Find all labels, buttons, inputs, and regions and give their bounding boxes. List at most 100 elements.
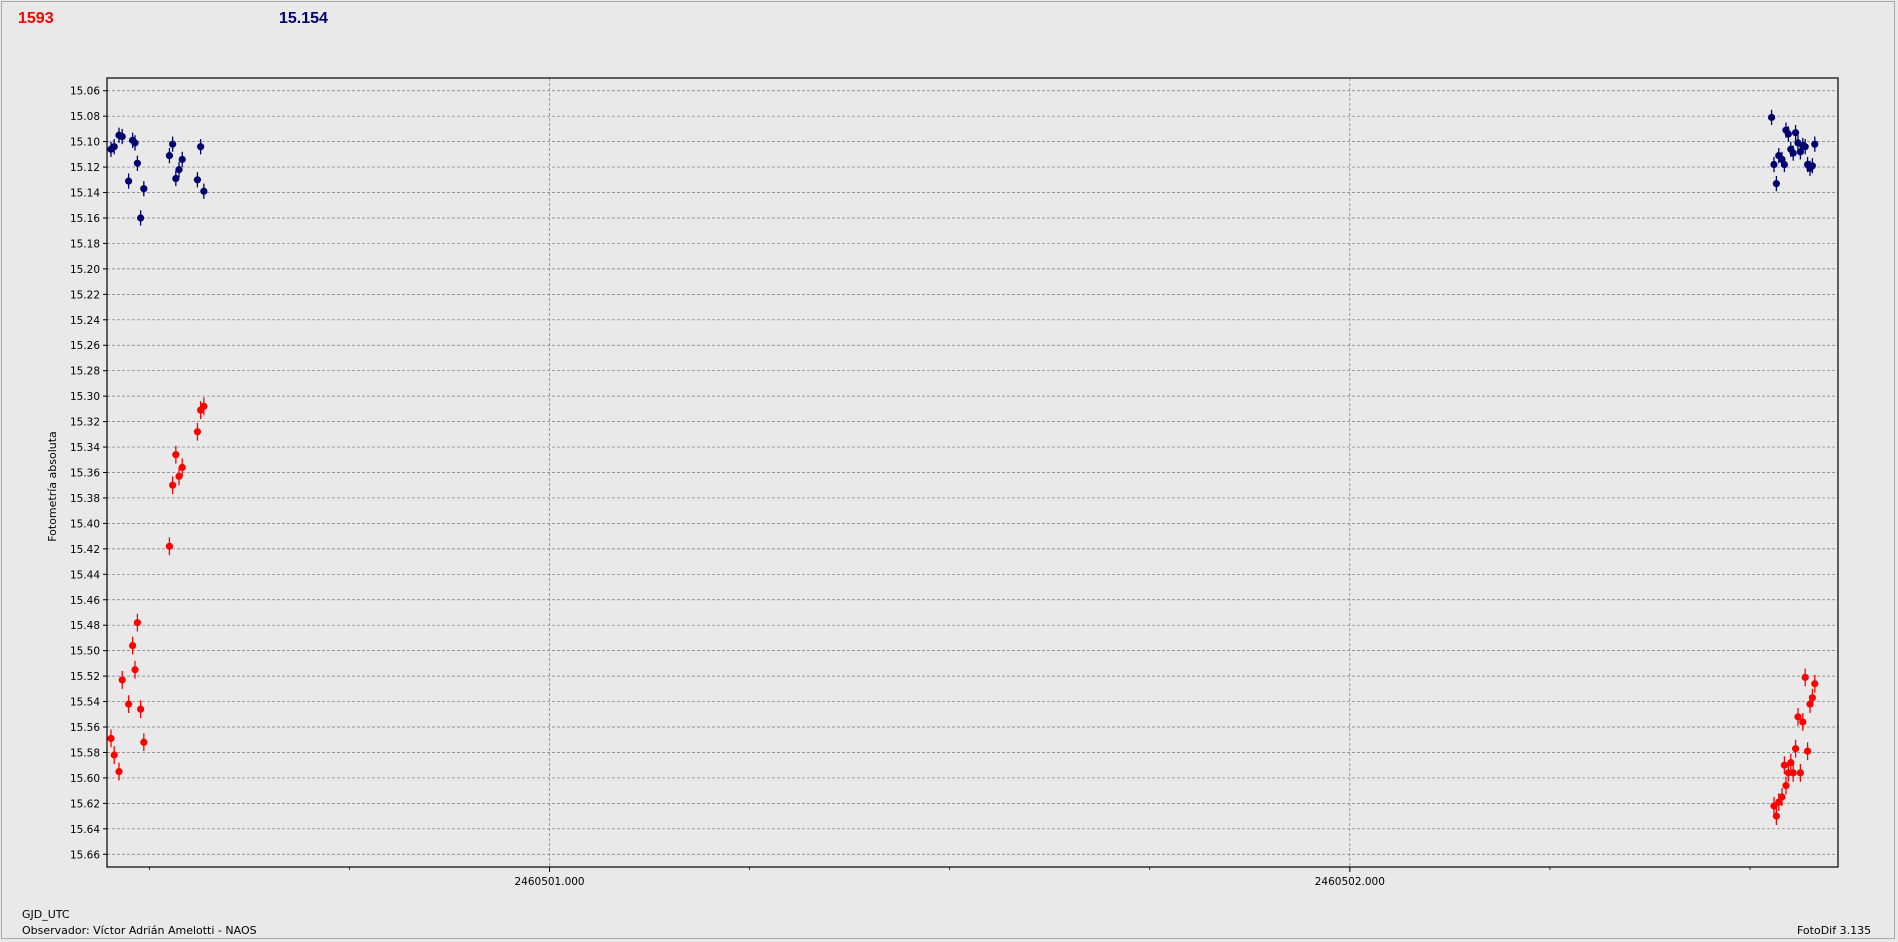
data-marker bbox=[129, 641, 137, 650]
data-point bbox=[137, 700, 145, 719]
data-marker bbox=[131, 666, 139, 674]
y-tick-label: 15.30 bbox=[70, 391, 100, 403]
y-tick-label: 15.22 bbox=[70, 289, 100, 301]
data-point bbox=[165, 537, 174, 556]
y-tick-label: 15.08 bbox=[70, 111, 100, 123]
data-marker bbox=[169, 481, 177, 489]
data-marker bbox=[1801, 143, 1809, 151]
data-point bbox=[129, 636, 137, 655]
data-point bbox=[125, 173, 133, 189]
data-marker bbox=[1808, 694, 1816, 702]
data-marker bbox=[169, 140, 177, 148]
y-tick-label: 15.52 bbox=[70, 671, 100, 683]
data-point bbox=[175, 161, 183, 178]
data-marker bbox=[1811, 140, 1819, 148]
software-version: FotoDif 3.135 bbox=[1797, 924, 1872, 937]
y-tick-label: 15.40 bbox=[70, 518, 100, 530]
y-tick-label: 15.46 bbox=[70, 595, 100, 607]
data-marker bbox=[1772, 812, 1780, 820]
data-marker bbox=[1791, 745, 1800, 753]
data-marker bbox=[118, 132, 126, 141]
y-tick-label: 15.56 bbox=[70, 722, 100, 734]
data-marker bbox=[118, 676, 126, 684]
data-marker bbox=[172, 451, 180, 459]
data-marker bbox=[1778, 793, 1786, 801]
y-tick-label: 15.64 bbox=[70, 824, 100, 836]
y-tick-label: 15.36 bbox=[70, 468, 100, 480]
data-marker bbox=[197, 143, 205, 151]
data-marker bbox=[1803, 747, 1812, 755]
data-point bbox=[133, 155, 142, 171]
data-marker bbox=[193, 428, 202, 436]
data-marker bbox=[110, 143, 118, 151]
y-tick-label: 15.10 bbox=[70, 137, 100, 149]
data-point bbox=[1772, 175, 1780, 192]
data-marker bbox=[193, 176, 202, 184]
y-axis-ticks: 15.06 15.08 15.10 15.12 15.14 15.16 15.18 15.20… bbox=[70, 86, 107, 861]
data-point bbox=[193, 172, 202, 188]
data-point bbox=[140, 181, 148, 197]
data-marker bbox=[1789, 149, 1797, 157]
data-point bbox=[140, 733, 148, 752]
data-point bbox=[178, 151, 186, 168]
data-marker bbox=[1789, 769, 1797, 777]
x-tick-label: 2460501.000 bbox=[514, 876, 584, 888]
data-marker bbox=[1770, 160, 1778, 169]
data-marker bbox=[200, 402, 208, 410]
data-point bbox=[172, 445, 180, 464]
y-tick-label: 15.58 bbox=[70, 747, 100, 759]
data-point bbox=[133, 613, 142, 632]
x-axis-name: GJD_UTC bbox=[22, 908, 70, 921]
data-marker bbox=[115, 767, 123, 776]
data-point bbox=[1770, 156, 1778, 173]
data-point bbox=[137, 210, 145, 226]
data-marker bbox=[1772, 180, 1780, 188]
y-tick-label: 15.28 bbox=[70, 366, 100, 378]
data-marker bbox=[165, 542, 174, 550]
data-marker bbox=[137, 214, 145, 222]
y-tick-label: 15.38 bbox=[70, 493, 100, 505]
data-points bbox=[107, 109, 1819, 826]
data-marker bbox=[125, 177, 133, 185]
data-marker bbox=[140, 738, 148, 746]
data-marker bbox=[107, 734, 115, 743]
y-axis-label: Fotometría absoluta bbox=[46, 431, 59, 542]
data-point bbox=[125, 695, 133, 714]
data-marker bbox=[175, 166, 183, 174]
y-tick-label: 15.26 bbox=[70, 340, 100, 352]
data-marker bbox=[125, 700, 133, 708]
data-marker bbox=[165, 152, 174, 160]
y-tick-label: 15.44 bbox=[70, 569, 100, 581]
y-tick-label: 15.54 bbox=[70, 697, 100, 709]
data-point bbox=[1811, 136, 1819, 152]
data-point bbox=[200, 183, 208, 199]
y-tick-label: 15.14 bbox=[70, 188, 100, 200]
y-tick-label: 15.42 bbox=[70, 544, 100, 556]
data-marker bbox=[110, 751, 118, 759]
data-point bbox=[1796, 763, 1804, 782]
data-marker bbox=[1767, 113, 1776, 122]
data-point bbox=[193, 422, 202, 441]
data-point bbox=[118, 671, 126, 689]
data-marker bbox=[1791, 129, 1800, 137]
data-point bbox=[1801, 668, 1809, 687]
data-marker bbox=[1801, 673, 1809, 681]
x-axis-ticks: 2460501.000 2460502.000 bbox=[149, 867, 1751, 888]
data-point bbox=[110, 746, 118, 764]
y-tick-label: 15.06 bbox=[70, 86, 100, 98]
data-point bbox=[169, 136, 177, 152]
y-tick-label: 15.16 bbox=[70, 213, 100, 225]
data-marker bbox=[1799, 718, 1807, 726]
data-marker bbox=[172, 174, 180, 183]
y-tick-label: 15.60 bbox=[70, 773, 100, 785]
data-marker bbox=[1780, 160, 1788, 169]
y-tick-label: 15.20 bbox=[70, 264, 100, 276]
y-tick-label: 15.48 bbox=[70, 620, 100, 632]
data-marker bbox=[133, 159, 142, 167]
light-curve-chart: 15.06 15.08 15.10 15.12 15.14 15.16 15.18 15.20… bbox=[46, 77, 1839, 888]
y-tick-label: 15.12 bbox=[70, 162, 100, 174]
data-marker bbox=[131, 139, 139, 147]
data-marker bbox=[133, 619, 142, 627]
data-marker bbox=[1782, 781, 1790, 790]
data-point bbox=[1767, 109, 1776, 126]
